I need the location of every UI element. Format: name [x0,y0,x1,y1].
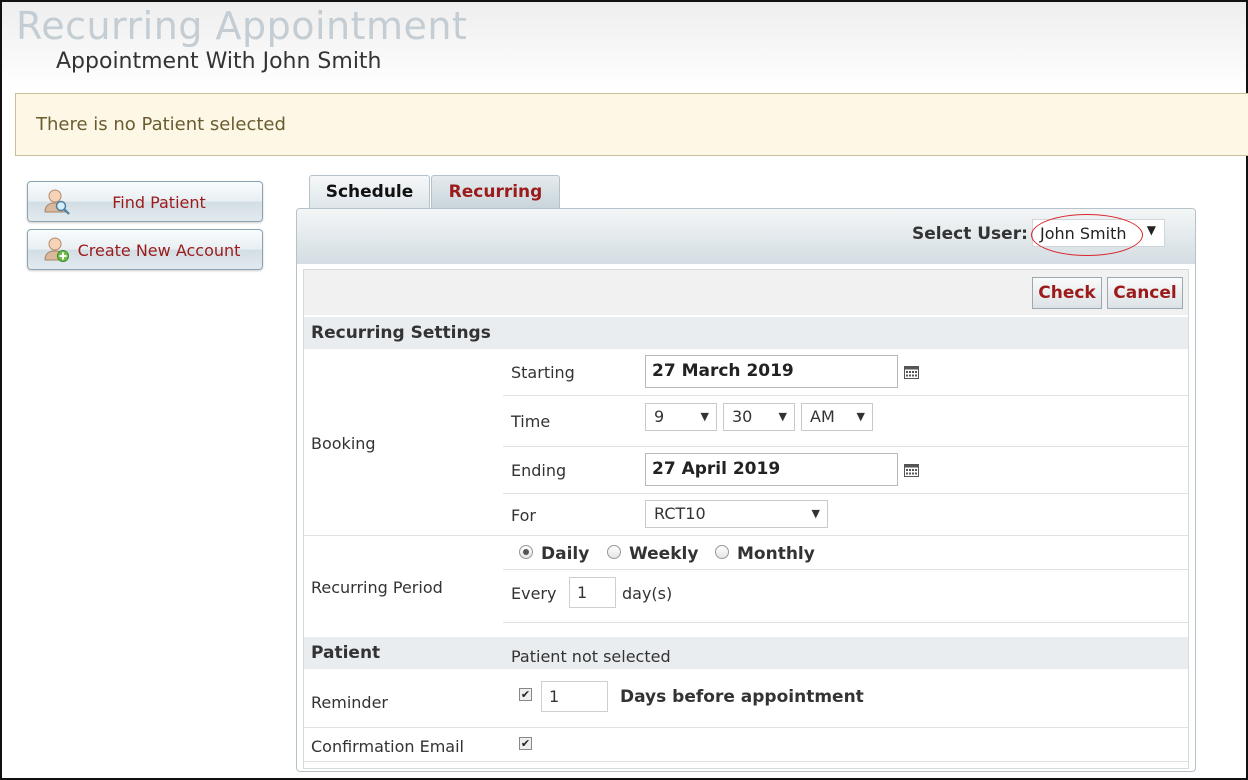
for-value: RCT10 [654,504,706,523]
dropdown-arrow-icon: ▼ [1146,223,1156,237]
confirmation-email-checkbox[interactable]: ✔ [519,737,532,750]
time-ampm-value: AM [810,407,835,426]
divider [503,622,1188,623]
divider [503,446,1188,447]
cancel-button[interactable]: Cancel [1107,277,1183,309]
time-label: Time [511,412,551,431]
divider [304,761,1188,762]
panel-header: Select User: John Smith ▼ [297,209,1195,264]
confirmation-email-label: Confirmation Email [311,737,464,756]
find-patient-button[interactable]: Find Patient [27,181,263,222]
reminder-label: Reminder [311,693,388,712]
daily-label: Daily [541,544,590,564]
divider [304,535,1188,536]
highlight-circle [1031,214,1143,256]
every-interval-input[interactable]: 1 [569,577,616,608]
time-hour-value: 9 [654,407,665,426]
notice-text: There is no Patient selected [36,114,286,135]
starting-date-input[interactable]: 27 March 2019 [645,355,898,388]
recurring-period-label: Recurring Period [311,578,443,597]
time-minute-value: 30 [732,407,753,426]
notice-banner: There is no Patient selected [15,93,1248,156]
create-new-account-button[interactable]: Create New Account [27,229,263,270]
divider [503,493,1188,494]
page-title: Recurring Appointment [16,4,468,48]
dropdown-arrow-icon: ▼ [811,507,820,520]
dropdown-arrow-icon: ▼ [778,410,787,423]
ending-label: Ending [511,461,567,480]
dropdown-arrow-icon: ▼ [700,410,709,423]
ending-date-input[interactable]: 27 April 2019 [645,453,898,486]
check-button[interactable]: Check [1032,277,1102,309]
page-subtitle: Appointment With John Smith [56,49,382,74]
divider [304,727,1188,728]
every-label: Every [511,584,557,603]
time-ampm-select[interactable]: AM ▼ [801,403,873,431]
divider [503,569,1188,570]
weekly-radio[interactable] [607,545,621,559]
calendar-icon[interactable] [904,364,919,379]
reminder-suffix: Days before appointment [620,687,864,707]
for-label: For [511,506,536,525]
every-unit-label: day(s) [622,584,673,603]
recurring-settings-heading: Recurring Settings [304,317,1188,349]
action-toolbar: Check Cancel [304,270,1188,315]
settings-form: Check Cancel Recurring Settings Booking … [303,269,1189,769]
time-hour-select[interactable]: 9 ▼ [645,403,717,431]
starting-label: Starting [511,363,575,382]
for-select[interactable]: RCT10 ▼ [645,500,828,528]
tab-schedule[interactable]: Schedule [309,175,430,209]
booking-label: Booking [311,434,376,453]
daily-radio[interactable] [519,545,533,559]
time-minute-select[interactable]: 30 ▼ [723,403,795,431]
create-new-account-label: Create New Account [77,241,241,260]
find-patient-label: Find Patient [112,193,206,212]
divider [503,395,1188,396]
calendar-icon[interactable] [904,462,919,477]
monthly-label: Monthly [737,544,815,564]
patient-value: Patient not selected [511,647,671,666]
weekly-label: Weekly [629,544,699,564]
select-user-label: Select User: [912,224,1028,244]
patient-heading: Patient [304,637,503,669]
monthly-radio[interactable] [715,545,729,559]
dropdown-arrow-icon: ▼ [856,410,865,423]
header-band: Recurring Appointment Appointment With J… [2,2,1246,90]
reminder-checkbox[interactable]: ✔ [519,688,532,701]
tab-recurring[interactable]: Recurring [431,175,560,209]
recurring-panel: Select User: John Smith ▼ Check Cancel R… [296,208,1196,772]
reminder-days-input[interactable]: 1 [541,681,608,712]
